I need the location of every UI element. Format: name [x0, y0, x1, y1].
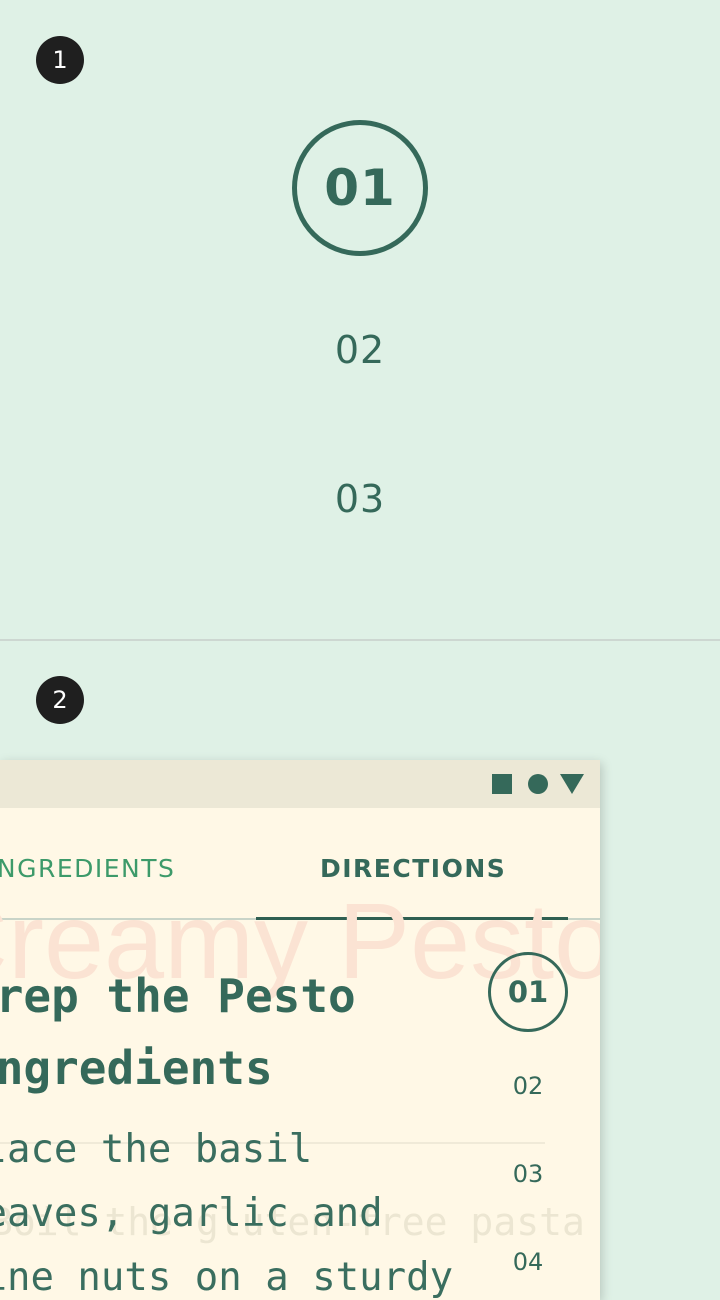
section-badge-2: 2 — [36, 676, 84, 724]
step-03[interactable]: 03 — [0, 477, 720, 521]
window-titlebar — [0, 760, 600, 808]
mini-step-04[interactable]: 04 — [498, 1248, 558, 1276]
stop-square-icon[interactable] — [492, 774, 512, 794]
mini-step-02[interactable]: 02 — [498, 1072, 558, 1100]
step-02[interactable]: 02 — [0, 328, 720, 372]
back-triangle-icon[interactable] — [560, 774, 584, 794]
step-body-text: Place the basil leaves, garlic and pine … — [0, 1127, 454, 1300]
mini-step-03[interactable]: 03 — [498, 1160, 558, 1188]
section-badge-1: 1 — [36, 36, 84, 84]
step-heading: Prep the Pesto Ingredients — [0, 969, 356, 1095]
recipe-window: INGREDIENTS DIRECTIONS Creamy Pesto Past… — [0, 760, 600, 1300]
section-divider — [0, 639, 720, 641]
home-circle-icon[interactable] — [528, 774, 548, 794]
mini-step-01-active[interactable]: 01 — [488, 952, 568, 1032]
step-01-active[interactable]: 01 — [292, 120, 428, 256]
